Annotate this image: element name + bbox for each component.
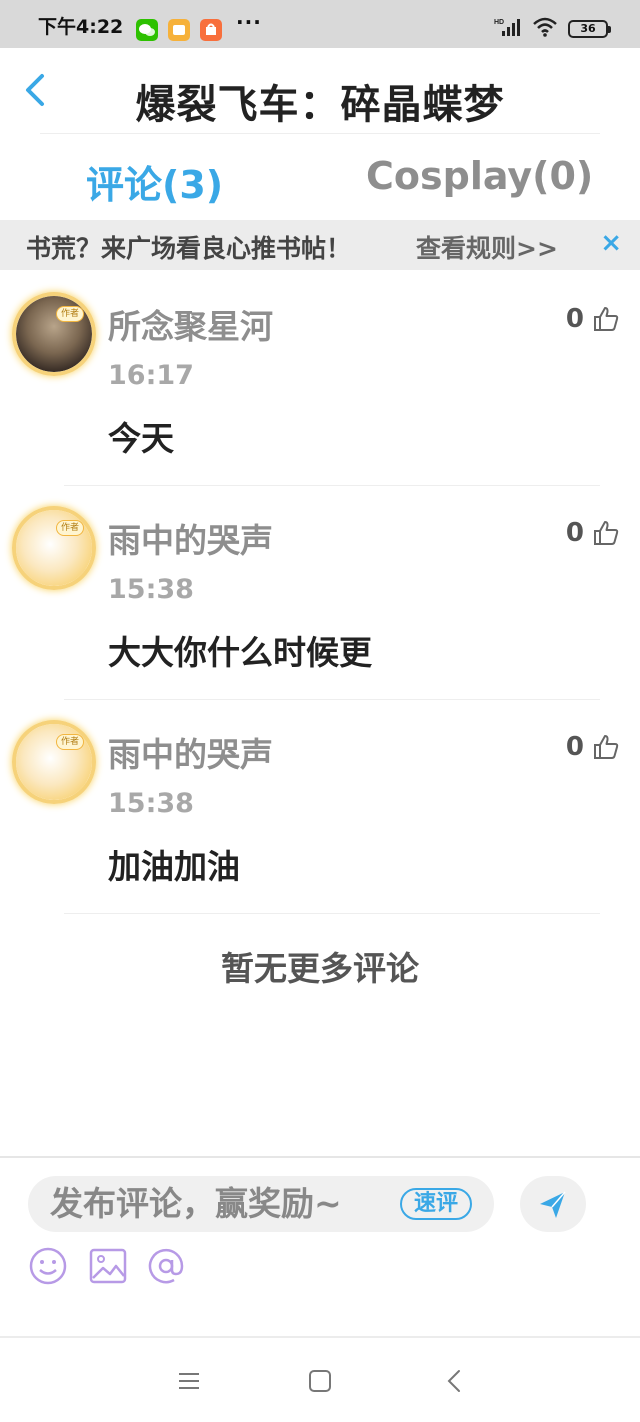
banner-text: 书荒？来广场看良心推书帖！ [26,234,352,263]
comment-time: 15:38 [108,788,194,819]
close-icon[interactable]: × [600,228,622,258]
page-title: 爆裂飞车：碎晶蝶梦 [135,82,505,128]
thumbs-up-icon [594,521,619,545]
avatar-frame [12,720,96,804]
hd-label: HD [494,19,504,26]
avatar-frame [12,292,96,376]
like-button[interactable]: 0 [566,518,620,548]
comment-username[interactable]: 所念聚星河 [108,300,273,348]
tab-cosplay[interactable]: Cosplay(0) [366,154,593,198]
comment-username[interactable]: 雨中的哭声 [108,514,273,562]
chevron-left-icon [447,1370,460,1392]
comment-time: 16:17 [108,360,194,391]
view-rules-link[interactable]: 查看规则>> [416,229,558,265]
emoji-icon[interactable] [28,1246,68,1286]
status-bar: 下午4:22 ··· HD 36 [0,0,640,48]
thumbs-up-icon [594,735,619,759]
notes-icon [168,19,190,41]
home-icon [309,1370,331,1392]
home-button[interactable] [305,1366,335,1396]
author-badge: 作者 [56,734,84,750]
like-count: 0 [565,518,584,548]
comment-content: 今天 [108,419,174,458]
quick-comment-button[interactable]: 速评 [400,1188,472,1220]
wifi-icon [532,17,558,41]
signal-icon: HD [494,17,522,41]
send-button[interactable] [520,1176,586,1232]
no-more-comments: 暂无更多评论 [221,949,419,988]
like-button[interactable]: 0 [566,304,620,334]
comment-item: 作者 所念聚星河 16:17 今天 0 [0,272,640,486]
header: 爆裂飞车：碎晶蝶梦 [0,48,640,134]
image-icon[interactable] [88,1246,128,1286]
like-button[interactable]: 0 [566,732,620,762]
promo-banner: 书荒？来广场看良心推书帖！ 查看规则>> × [0,220,640,270]
send-icon [540,1191,566,1218]
like-count: 0 [565,732,584,762]
tab-comments[interactable]: 评论(3) [86,154,223,209]
author-badge: 作者 [56,520,84,536]
battery-icon: 36 [568,20,611,38]
status-time: 下午4:22 [38,16,124,38]
comment-item: 作者 雨中的哭声 15:38 加油加油 0 [0,700,640,914]
avatar-frame [12,506,96,590]
comment-username[interactable]: 雨中的哭声 [108,728,273,776]
thumbs-up-icon [594,307,619,331]
menu-button[interactable] [174,1366,204,1396]
system-nav-bar [0,1340,640,1422]
comment-divider [64,913,600,914]
menu-icon [179,1373,199,1389]
comment-content: 加油加油 [108,847,240,886]
tab-bar: 评论(3) Cosplay(0) [0,134,640,220]
comment-content: 大大你什么时候更 [108,633,372,672]
like-count: 0 [565,304,584,334]
mi-store-icon [200,19,222,41]
author-badge: 作者 [56,306,84,322]
mention-icon[interactable] [146,1246,186,1286]
system-back-button[interactable] [440,1366,470,1396]
comment-time: 15:38 [108,574,194,605]
comment-composer: 发布评论，赢奖励~ 速评 [0,1156,640,1338]
wechat-icon [136,19,158,41]
comment-item: 作者 雨中的哭声 15:38 大大你什么时候更 0 [0,486,640,700]
more-notifications-icon: ··· [236,10,262,34]
